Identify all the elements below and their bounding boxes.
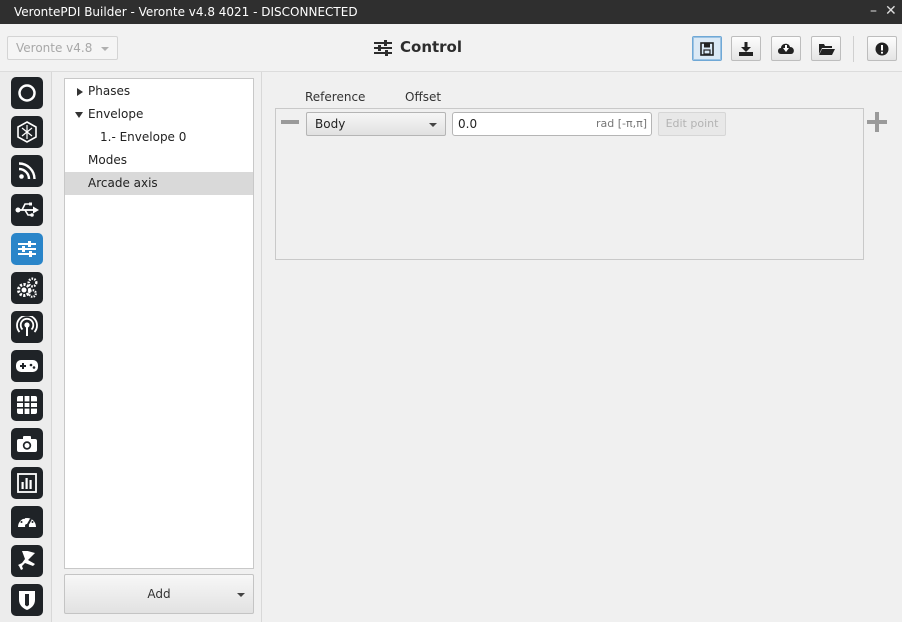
sidebar-item-gamepad[interactable] [11, 350, 43, 382]
close-button[interactable]: ✕ [885, 3, 897, 19]
info-button[interactable] [867, 36, 897, 61]
reference-select-value: Body [315, 117, 346, 131]
reference-select[interactable]: Body [306, 112, 446, 136]
sidebar-item-gears[interactable] [11, 272, 43, 304]
sidebar-item-chart[interactable] [11, 467, 43, 499]
reference-header: Reference [305, 90, 366, 104]
cloud-download-button[interactable] [771, 36, 801, 61]
hexagon-icon [17, 121, 37, 143]
sidebar [0, 72, 52, 622]
save-button[interactable] [692, 36, 722, 61]
sidebar-item-shield[interactable] [11, 584, 43, 616]
gamepad-icon [16, 360, 38, 372]
plane-icon [18, 551, 35, 570]
camera-icon [17, 436, 37, 452]
sidebar-item-control[interactable] [11, 233, 43, 265]
download-icon [739, 41, 753, 56]
tree-item-label: Arcade axis [88, 176, 158, 190]
offset-unit: rad [-π,π] [595, 117, 647, 130]
sliders-icon [374, 40, 392, 56]
tree-item-arcade-axis[interactable]: Arcade axis [65, 172, 253, 195]
expand-arrow-icon[interactable] [77, 88, 83, 96]
window-title: VerontePDI Builder - Veronte v4.8 4021 -… [14, 5, 358, 19]
shield-icon [19, 591, 35, 610]
main-content: Reference Offset Body 0.0 rad [-π,π] Edi… [264, 72, 902, 622]
add-button-label: Add [147, 587, 171, 601]
tree-panel: Phases Envelope 1.- Envelope 0 Modes Arc… [55, 72, 262, 622]
gauge-icon [18, 517, 36, 528]
save-icon [700, 41, 714, 56]
sidebar-item-gauge[interactable] [11, 506, 43, 538]
tree-item-label: 1.- Envelope 0 [100, 130, 187, 144]
version-select[interactable]: Veronte v4.8 [7, 36, 118, 60]
collapse-arrow-icon[interactable] [75, 112, 83, 118]
tree-view: Phases Envelope 1.- Envelope 0 Modes Arc… [64, 78, 254, 569]
tree-item-envelope-0[interactable]: 1.- Envelope 0 [65, 126, 253, 149]
offset-header: Offset [405, 90, 442, 104]
title-bar: VerontePDI Builder - Veronte v4.8 4021 -… [0, 0, 902, 24]
sliders-icon [18, 241, 36, 257]
sidebar-item-circle[interactable] [11, 77, 43, 109]
tree-item-label: Modes [88, 153, 127, 167]
edit-point-button[interactable]: Edit point [658, 112, 726, 136]
tree-item-modes[interactable]: Modes [65, 149, 253, 172]
minimize-button[interactable]: – [870, 3, 877, 19]
sidebar-item-hexagon[interactable] [11, 116, 43, 148]
add-button[interactable]: Add [64, 574, 254, 614]
toolbar-divider [853, 36, 854, 62]
open-folder-button[interactable] [811, 36, 841, 61]
page-title-text: Control [400, 38, 463, 56]
version-select-value: Veronte v4.8 [16, 41, 93, 55]
sidebar-item-rss[interactable] [11, 155, 43, 187]
tree-item-envelope[interactable]: Envelope [65, 103, 253, 126]
sidebar-item-usb[interactable] [11, 194, 43, 226]
tree-item-phases[interactable]: Phases [65, 80, 253, 103]
sidebar-item-broadcast[interactable] [11, 311, 43, 343]
chevron-down-icon[interactable] [237, 593, 245, 597]
tree-item-label: Phases [88, 84, 131, 98]
remove-row-button[interactable] [281, 120, 299, 124]
usb-icon [15, 202, 39, 217]
gears-icon [17, 277, 38, 298]
circle-icon [18, 84, 36, 102]
chart-icon [17, 473, 37, 493]
offset-input[interactable]: 0.0 rad [-π,π] [452, 112, 652, 136]
sidebar-item-plane[interactable] [11, 545, 43, 577]
tree-item-label: Envelope [88, 107, 144, 121]
folder-open-icon [818, 44, 835, 55]
sidebar-item-grid[interactable] [11, 389, 43, 421]
chevron-down-icon [101, 47, 109, 51]
offset-value: 0.0 [458, 117, 478, 131]
download-button[interactable] [731, 36, 761, 61]
cloud-download-icon [778, 43, 794, 54]
chevron-down-icon [429, 123, 437, 127]
toolbar: Veronte v4.8 Control [0, 24, 902, 72]
broadcast-icon [16, 316, 38, 336]
sidebar-item-camera[interactable] [11, 428, 43, 460]
grid-icon [17, 396, 37, 414]
add-row-button[interactable] [867, 112, 887, 132]
rss-icon [18, 162, 36, 180]
info-icon [875, 42, 889, 55]
